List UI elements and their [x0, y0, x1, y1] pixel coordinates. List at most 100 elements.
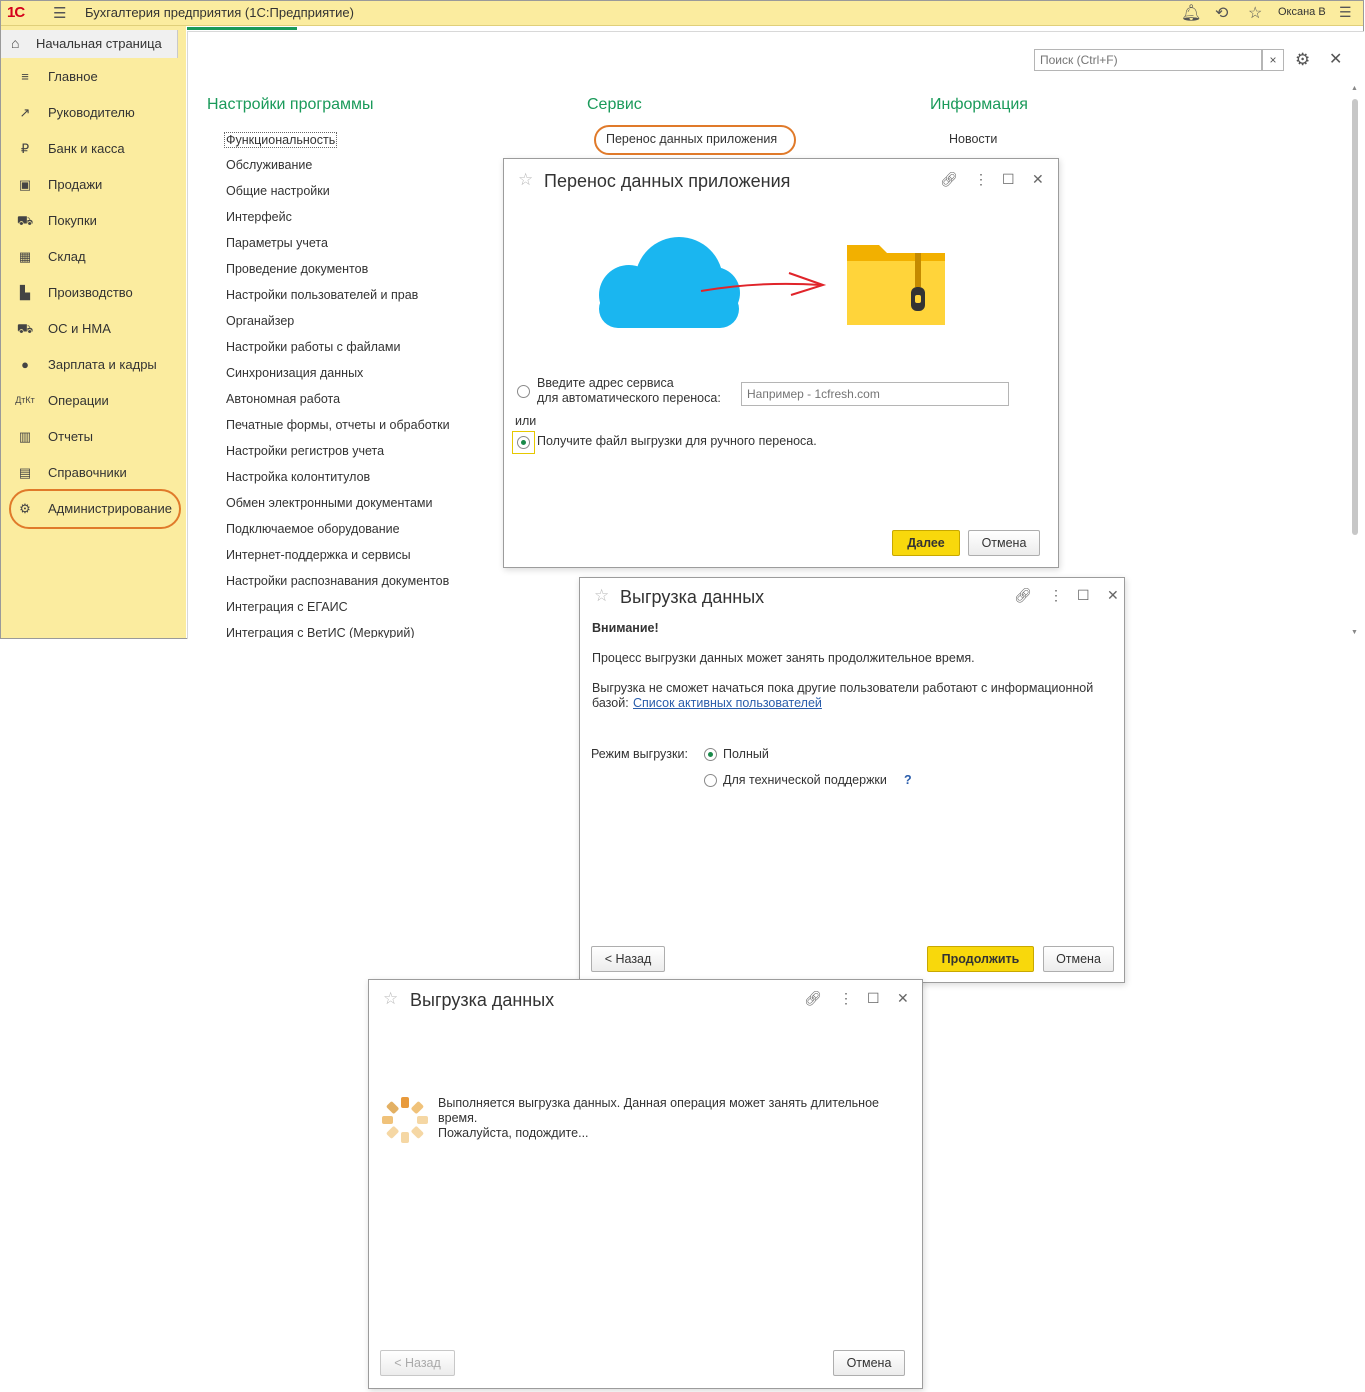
- home-icon: ⌂: [11, 35, 20, 51]
- link-news[interactable]: Новости: [949, 132, 997, 146]
- scroll-up-icon[interactable]: ▲: [1351, 85, 1358, 92]
- sidebar-item-sales[interactable]: ▣ Продажи: [1, 168, 186, 202]
- settings-link[interactable]: Интернет-поддержка и сервисы: [226, 548, 411, 562]
- highlight-oval: [594, 125, 796, 155]
- progress-text: Выполняется выгрузка данных. Данная опер…: [438, 1096, 879, 1110]
- dialog-title: Выгрузка данных: [620, 587, 765, 607]
- radio-service-transfer[interactable]: [517, 385, 530, 398]
- settings-link[interactable]: Подключаемое оборудование: [226, 522, 400, 536]
- maximize-icon[interactable]: ☐: [867, 990, 880, 1007]
- star-icon[interactable]: ☆: [594, 586, 609, 606]
- settings-link[interactable]: Печатные формы, отчеты и обработки: [226, 418, 450, 432]
- or-label: или: [515, 414, 537, 428]
- settings-link[interactable]: Настройки регистров учета: [226, 444, 384, 458]
- export-mode-label: Режим выгрузки:: [591, 747, 688, 761]
- cancel-button[interactable]: Отмена: [1043, 946, 1114, 972]
- dialog-data-transfer: ☆ Перенос данных приложения 🔗︎ ⋮ ☐ ✕ Вве…: [503, 158, 1059, 568]
- sidebar-item-operations[interactable]: ДтКт Операции: [1, 384, 186, 418]
- settings-sliders-icon[interactable]: ☰: [1339, 4, 1352, 21]
- help-icon[interactable]: ?: [904, 773, 912, 787]
- radio-mode-support[interactable]: [704, 774, 717, 787]
- history-icon[interactable]: ⟲: [1215, 3, 1228, 23]
- maximize-icon[interactable]: ☐: [1077, 587, 1090, 604]
- settings-link[interactable]: Интеграция с ЕГАИС: [226, 600, 348, 614]
- sidebar-item-label: Продажи: [48, 177, 103, 192]
- continue-button[interactable]: Продолжить: [927, 946, 1034, 972]
- radio-file-transfer[interactable]: [517, 436, 530, 449]
- scrollbar[interactable]: [1352, 99, 1358, 535]
- cart-icon: ⛟: [16, 213, 34, 228]
- close-icon[interactable]: ✕: [1032, 171, 1044, 188]
- more-icon[interactable]: ⋮: [1049, 587, 1063, 604]
- star-icon[interactable]: ☆: [1248, 3, 1262, 23]
- settings-link[interactable]: Интерфейс: [226, 210, 292, 224]
- section-service-title: Сервис: [587, 96, 642, 113]
- cloud-to-archive-illustration: [599, 237, 945, 328]
- sidebar-item-production[interactable]: ▙ Производство: [1, 276, 186, 310]
- active-users-link[interactable]: Список активных пользователей: [633, 696, 822, 710]
- service-address-input[interactable]: [741, 382, 1009, 406]
- settings-link[interactable]: Автономная работа: [226, 392, 340, 406]
- sidebar-item-catalogs[interactable]: ▤ Справочники: [1, 456, 186, 490]
- home-tab-label: Начальная страница: [36, 36, 162, 51]
- close-icon[interactable]: ✕: [1107, 587, 1119, 604]
- menu-icon: ≡: [21, 69, 29, 84]
- user-name[interactable]: Оксана В: [1278, 6, 1326, 18]
- star-icon[interactable]: ☆: [518, 170, 533, 190]
- scroll-down-icon[interactable]: ▼: [1351, 629, 1358, 636]
- more-icon[interactable]: ⋮: [839, 990, 853, 1007]
- books-icon: ▤: [18, 465, 32, 480]
- link-icon[interactable]: 🔗︎: [1014, 587, 1032, 604]
- radio-mode-full[interactable]: [704, 748, 717, 761]
- search-clear-button[interactable]: ×: [1262, 49, 1284, 71]
- sidebar-item-bank[interactable]: ₽ Банк и касса: [1, 132, 186, 166]
- hamburger-menu-icon[interactable]: ☰: [53, 4, 66, 22]
- sidebar-item-label: Склад: [48, 249, 86, 264]
- next-button[interactable]: Далее: [892, 530, 960, 556]
- home-tab[interactable]: ⌂ Начальная страница: [1, 30, 178, 58]
- gear-icon[interactable]: ⚙: [1295, 50, 1310, 70]
- sidebar-item-manager[interactable]: ↗ Руководителю: [1, 96, 186, 130]
- sidebar-item-main[interactable]: ≡ Главное: [1, 60, 186, 94]
- sidebar-item-salary[interactable]: ● Зарплата и кадры: [1, 348, 186, 382]
- more-icon[interactable]: ⋮: [974, 171, 988, 188]
- settings-link[interactable]: Параметры учета: [226, 236, 328, 250]
- sidebar-item-purchases[interactable]: ⛟ Покупки: [1, 204, 186, 238]
- dialog-export-progress: ☆ Выгрузка данных 🔗︎ ⋮ ☐ ✕ Выполняется в…: [368, 979, 923, 1389]
- star-icon[interactable]: ☆: [383, 989, 398, 1009]
- settings-link[interactable]: Органайзер: [226, 314, 294, 328]
- close-icon[interactable]: ✕: [897, 990, 909, 1007]
- settings-link[interactable]: Интеграция с ВетИС (Меркурий): [226, 626, 415, 638]
- loading-spinner-icon: [382, 1097, 428, 1143]
- back-button[interactable]: < Назад: [591, 946, 665, 972]
- maximize-icon[interactable]: ☐: [1002, 171, 1015, 188]
- close-icon[interactable]: ✕: [1329, 49, 1342, 69]
- sidebar-item-label: Главное: [48, 69, 98, 84]
- dt-kt-icon: ДтКт: [15, 395, 35, 405]
- settings-link[interactable]: Настройки пользователей и прав: [226, 288, 418, 302]
- settings-link[interactable]: Настройка колонтитулов: [226, 470, 370, 484]
- service-option-label: для автоматического переноса:: [537, 391, 721, 405]
- cancel-button[interactable]: Отмена: [833, 1350, 905, 1376]
- settings-link[interactable]: Настройки распознавания документов: [226, 574, 449, 588]
- sidebar-item-assets[interactable]: ⛟ ОС и НМА: [1, 312, 186, 346]
- dialog-export-data: ☆ Выгрузка данных 🔗︎ ⋮ ☐ ✕ Внимание! Про…: [579, 577, 1125, 983]
- link-icon[interactable]: 🔗︎: [940, 171, 958, 188]
- link-functionality[interactable]: Функциональность: [224, 132, 338, 148]
- settings-link[interactable]: Настройки работы с файлами: [226, 340, 400, 354]
- sidebar-item-label: Руководителю: [48, 105, 135, 120]
- settings-link[interactable]: Обслуживание: [226, 158, 312, 172]
- sidebar-item-reports[interactable]: ▥ Отчеты: [1, 420, 186, 454]
- bell-icon[interactable]: 🔔︎: [1181, 3, 1201, 23]
- settings-link[interactable]: Общие настройки: [226, 184, 330, 198]
- warehouse-icon: ▦: [18, 249, 32, 264]
- settings-link[interactable]: Синхронизация данных: [226, 366, 363, 380]
- back-button[interactable]: < Назад: [380, 1350, 455, 1376]
- sidebar-item-warehouse[interactable]: ▦ Склад: [1, 240, 186, 274]
- link-icon[interactable]: 🔗︎: [804, 990, 822, 1007]
- warning-text: базой:: [592, 696, 629, 710]
- search-input[interactable]: [1034, 49, 1262, 71]
- cancel-button[interactable]: Отмена: [968, 530, 1040, 556]
- settings-link[interactable]: Проведение документов: [226, 262, 368, 276]
- settings-link[interactable]: Обмен электронными документами: [226, 496, 432, 510]
